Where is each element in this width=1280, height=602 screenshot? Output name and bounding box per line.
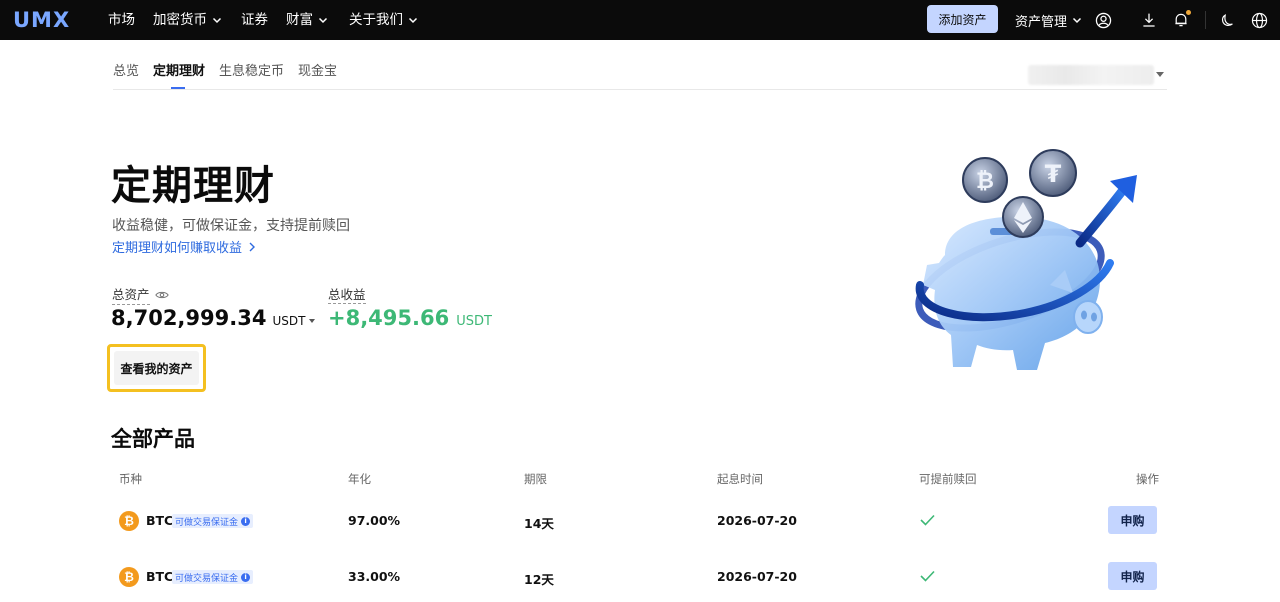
col-header-start-time: 起息时间 <box>717 472 763 486</box>
add-assets-button[interactable]: 添加资产 <box>927 5 998 33</box>
col-header-early-redeem: 可提前赎回 <box>919 472 977 486</box>
piggy-bank-illustration: ₿ ₮ <box>915 149 1137 370</box>
download-icon[interactable] <box>1139 10 1159 30</box>
chevron-down-icon <box>1072 17 1082 24</box>
apy-value: 97.00% <box>348 513 401 528</box>
asset-management-menu[interactable]: 资产管理 <box>1015 0 1082 40</box>
coin-name: BTC <box>146 513 174 528</box>
term-value: 14天 <box>524 516 554 531</box>
nav-item-wealth[interactable]: 财富 <box>286 0 328 40</box>
globe-icon[interactable] <box>1249 10 1269 30</box>
info-icon[interactable]: i <box>241 516 251 526</box>
info-icon[interactable]: i <box>241 572 251 582</box>
margin-badge-label: 可做交易保证金 <box>175 517 239 528</box>
svg-text:₿: ₿ <box>976 169 994 194</box>
svg-text:₮: ₮ <box>1045 160 1062 188</box>
btc-icon: ₿ <box>119 567 139 587</box>
tab-overview[interactable]: 总览 <box>113 60 139 86</box>
tab-fixed-term[interactable]: 定期理财 <box>153 60 205 89</box>
check-icon <box>920 514 935 526</box>
nav-item-securities[interactable]: 证券 <box>241 0 268 40</box>
moon-icon[interactable] <box>1218 10 1238 30</box>
asset-management-label: 资产管理 <box>1015 14 1068 30</box>
margin-badge: 可做交易保证金 i <box>172 514 254 528</box>
caret-down-icon[interactable] <box>309 319 316 323</box>
term-value: 12天 <box>524 572 554 587</box>
total-assets-label: 总资产 <box>112 284 150 305</box>
total-assets-value-row: 8,702,999.34 USDT <box>111 306 316 330</box>
page-subtitle: 收益稳健，可做保证金，支持提前赎回 <box>112 218 350 234</box>
col-header-currency: 币种 <box>119 472 142 486</box>
start-time-value: 2026-07-20 <box>717 569 797 584</box>
coin-name: BTC <box>146 569 174 584</box>
total-assets-label-row: 总资产 <box>112 284 169 305</box>
col-header-apy: 年化 <box>348 472 371 486</box>
blurred-selector[interactable] <box>1028 65 1154 85</box>
bell-icon[interactable] <box>1171 10 1191 30</box>
total-assets-value: 8,702,999.34 <box>111 306 267 330</box>
logo-text: UMX <box>13 8 71 32</box>
user-icon[interactable] <box>1093 10 1113 30</box>
chevron-down-icon <box>408 17 418 24</box>
total-income-value-row: +8,495.66 USDT <box>328 306 492 330</box>
tab-yield-stablecoin[interactable]: 生息稳定币 <box>219 60 284 86</box>
total-income-label-row: 总收益 <box>328 284 366 304</box>
subscribe-button[interactable]: 申购 <box>1108 506 1157 534</box>
table-row[interactable]: ₿ BTC 可做交易保证金 i 33.00% 12天 2026-07-20 申购 <box>112 557 1162 597</box>
nav-item-label: 市场 <box>108 12 135 28</box>
nav-item-about[interactable]: 关于我们 <box>349 0 418 40</box>
chevron-right-icon <box>249 242 256 251</box>
col-header-action: 操作 <box>1136 472 1159 486</box>
nav-item-label: 加密货币 <box>153 12 207 28</box>
check-icon <box>920 570 935 582</box>
chevron-down-icon <box>318 17 328 24</box>
tab-cash-treasure[interactable]: 现金宝 <box>298 60 337 86</box>
table-row[interactable]: ₿ BTC 可做交易保证金 i 97.00% 14天 2026-07-20 申购 <box>112 501 1162 541</box>
apy-value: 33.00% <box>348 569 401 584</box>
navbar-divider <box>1205 11 1206 29</box>
nav-item-label: 证券 <box>241 12 268 28</box>
eye-icon[interactable] <box>154 290 169 300</box>
view-my-assets-button[interactable]: 查看我的资产 <box>114 351 199 385</box>
products-title: 全部产品 <box>111 427 195 451</box>
margin-badge-label: 可做交易保证金 <box>175 573 239 584</box>
chevron-down-icon <box>212 17 222 24</box>
tabs-divider <box>113 89 1167 90</box>
view-assets-highlight: 查看我的资产 <box>107 344 206 392</box>
total-income-value: +8,495.66 <box>328 306 450 330</box>
start-time-value: 2026-07-20 <box>717 513 797 528</box>
nav-item-market[interactable]: 市场 <box>108 0 135 40</box>
top-navbar: UMX 市场 加密货币 证券 财富 关于我们 添加资产 资产管理 <box>0 0 1280 40</box>
umx-logo[interactable]: UMX <box>13 8 70 32</box>
notification-dot <box>1186 10 1191 15</box>
nav-item-crypto[interactable]: 加密货币 <box>153 0 222 40</box>
nav-item-label: 财富 <box>286 12 313 28</box>
total-income-label: 总收益 <box>328 287 366 304</box>
subscribe-button[interactable]: 申购 <box>1108 562 1157 590</box>
col-header-term: 期限 <box>524 472 547 486</box>
sub-tabs: 总览 定期理财 生息稳定币 现金宝 <box>113 60 351 90</box>
how-to-earn-label: 定期理财如何赚取收益 <box>112 241 243 256</box>
nav-item-label: 关于我们 <box>349 12 403 28</box>
margin-badge: 可做交易保证金 i <box>172 570 254 584</box>
total-assets-unit[interactable]: USDT <box>272 314 305 328</box>
btc-icon: ₿ <box>119 511 139 531</box>
chevron-down-icon <box>1156 72 1164 77</box>
how-to-earn-link[interactable]: 定期理财如何赚取收益 <box>112 237 256 256</box>
total-income-unit: USDT <box>456 314 492 329</box>
page-title: 定期理财 <box>111 163 275 209</box>
